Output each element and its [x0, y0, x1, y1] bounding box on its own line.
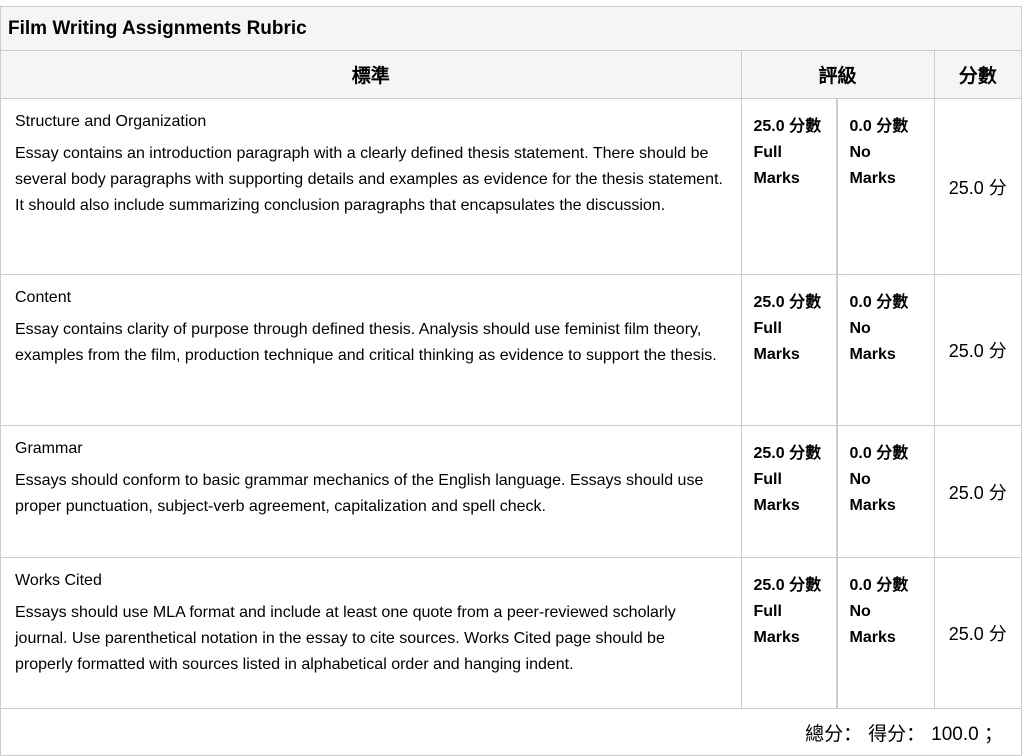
rating-label: Full — [753, 144, 782, 161]
rating-label: Full — [753, 471, 782, 488]
rating-points: 25.0 分數 — [753, 577, 822, 594]
rating-label: Marks — [753, 629, 800, 646]
rating-label: Marks — [849, 629, 896, 646]
rating-label: Marks — [753, 497, 800, 514]
criterion-description: Essay contains an introduction paragraph… — [15, 145, 723, 214]
ratings-cell: 25.0 分數 Full Marks 0.0 分數 No Marks — [741, 425, 935, 558]
criterion-points: 25.0 分 — [934, 274, 1021, 426]
total-points: 總分： 得分： 100.0 ； — [1, 709, 1021, 755]
criterion-name: Content — [15, 289, 72, 306]
criterion-description: Essay contains clarity of purpose throug… — [15, 321, 717, 364]
rating-points: 0.0 分數 — [849, 118, 909, 135]
rating-label: Marks — [753, 346, 800, 363]
criterion-points: 25.0 分 — [934, 557, 1021, 709]
rubric-table: Film Writing Assignments Rubric 標準 評級 分數… — [0, 6, 1022, 756]
rating-full-marks: 25.0 分數 Full Marks — [742, 99, 838, 274]
criterion-row: Works Cited Essays should use MLA format… — [1, 557, 1021, 709]
criterion-description: Essays should conform to basic grammar m… — [15, 472, 704, 515]
rating-points: 0.0 分數 — [849, 577, 909, 594]
rating-full-marks: 25.0 分數 Full Marks — [742, 275, 838, 425]
criterion-cell: Structure and Organization Essay contain… — [1, 98, 742, 275]
total-label: 總分： — [805, 723, 863, 745]
criterion-name: Structure and Organization — [15, 113, 207, 130]
score-label: 得分： — [868, 723, 926, 745]
rubric-grid: 標準 評級 分數 Structure and Organization Essa… — [1, 51, 1021, 709]
criterion-cell: Content Essay contains clarity of purpos… — [1, 274, 742, 426]
rating-label: Marks — [849, 497, 896, 514]
criterion-cell: Grammar Essays should conform to basic g… — [1, 425, 742, 558]
rating-points: 25.0 分數 — [753, 445, 822, 462]
rating-label: Marks — [849, 346, 896, 363]
ratings-cell: 25.0 分數 Full Marks 0.0 分數 No Marks — [741, 98, 935, 275]
criterion-name: Grammar — [15, 440, 83, 457]
rating-no-marks: 0.0 分數 No Marks — [838, 99, 934, 274]
rating-no-marks: 0.0 分數 No Marks — [838, 426, 934, 557]
rating-label: No — [849, 144, 871, 161]
header-points: 分數 — [934, 51, 1021, 99]
rating-points: 0.0 分數 — [849, 445, 909, 462]
rating-points: 0.0 分數 — [849, 294, 909, 311]
rating-label: Full — [753, 603, 782, 620]
rating-label: No — [849, 603, 871, 620]
rating-no-marks: 0.0 分數 No Marks — [838, 275, 934, 425]
rating-points: 25.0 分數 — [753, 294, 822, 311]
rating-label: Marks — [849, 170, 896, 187]
criterion-row: Structure and Organization Essay contain… — [1, 98, 1021, 275]
rating-label: Marks — [753, 170, 800, 187]
criterion-points: 25.0 分 — [934, 425, 1021, 558]
rating-label: No — [849, 471, 871, 488]
header-row: 標準 評級 分數 — [1, 51, 1021, 99]
rating-label: Full — [753, 320, 782, 337]
criterion-points: 25.0 分 — [934, 98, 1021, 275]
header-ratings: 評級 — [741, 51, 935, 99]
rating-points: 25.0 分數 — [753, 118, 822, 135]
ratings-cell: 25.0 分數 Full Marks 0.0 分數 No Marks — [741, 274, 935, 426]
criterion-name: Works Cited — [15, 572, 102, 589]
rating-full-marks: 25.0 分數 Full Marks — [742, 426, 838, 557]
criterion-row: Grammar Essays should conform to basic g… — [1, 425, 1021, 558]
rating-label: No — [849, 320, 871, 337]
header-criteria: 標準 — [1, 51, 742, 99]
rating-no-marks: 0.0 分數 No Marks — [838, 558, 934, 708]
criterion-cell: Works Cited Essays should use MLA format… — [1, 557, 742, 709]
criterion-description: Essays should use MLA format and include… — [15, 604, 676, 673]
rating-full-marks: 25.0 分數 Full Marks — [742, 558, 838, 708]
criterion-row: Content Essay contains clarity of purpos… — [1, 274, 1021, 426]
total-value: 100.0 ； — [931, 723, 1003, 745]
ratings-cell: 25.0 分數 Full Marks 0.0 分數 No Marks — [741, 557, 935, 709]
rubric-title: Film Writing Assignments Rubric — [1, 7, 1021, 51]
